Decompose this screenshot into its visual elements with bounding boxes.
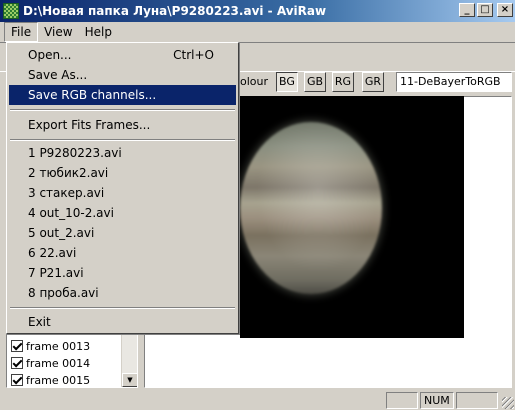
menu-item-export-fits[interactable]: Export Fits Frames...: [9, 115, 236, 135]
menu-view[interactable]: View: [38, 23, 78, 41]
menu-separator: [10, 307, 235, 309]
frame-list-item[interactable]: frame 0014: [11, 355, 90, 371]
checkbox-checked-icon[interactable]: [11, 357, 23, 369]
menu-item-save-rgb-channels[interactable]: Save RGB channels...: [9, 85, 236, 105]
menu-item-recent-file[interactable]: 4 out_10-2.avi: [9, 203, 236, 223]
menu-item-label: 3 стакер.avi: [28, 186, 105, 200]
frame-list-item[interactable]: frame 0013: [11, 338, 90, 354]
menu-item-label: 6 22.avi: [28, 246, 77, 260]
maximize-button[interactable]: □: [477, 3, 493, 17]
scroll-down-arrow-icon[interactable]: ▼: [122, 373, 137, 387]
app-icon[interactable]: [3, 3, 19, 19]
resize-grip-icon[interactable]: [502, 397, 514, 409]
file-menu-dropdown: Open... Ctrl+O Save As... Save RGB chann…: [6, 42, 239, 334]
frame-label: frame 0015: [26, 373, 91, 387]
menu-item-label: 8 проба.avi: [28, 286, 99, 300]
menu-item-label: Exit: [28, 315, 51, 329]
status-panel-empty: [386, 392, 418, 409]
close-button[interactable]: ×: [497, 3, 513, 17]
frame-list-scrollbar[interactable]: ▼: [121, 335, 137, 387]
menu-item-label: Open...: [28, 48, 72, 62]
bayer-bg-button[interactable]: BG: [276, 72, 298, 92]
debayer-mode-field[interactable]: 11-DeBayerToRGB: [396, 72, 512, 92]
menu-item-recent-file[interactable]: 7 P21.avi: [9, 263, 236, 283]
minimize-button[interactable]: _: [459, 3, 475, 17]
bayer-rg-button[interactable]: RG: [332, 72, 354, 92]
video-frame-image: [240, 96, 464, 338]
menu-item-shortcut: Ctrl+O: [173, 48, 214, 62]
menu-file[interactable]: File: [4, 22, 39, 42]
menu-item-recent-file[interactable]: 5 out_2.avi: [9, 223, 236, 243]
status-panel-empty-2: [456, 392, 498, 409]
menu-separator: [10, 109, 235, 111]
checkbox-checked-icon[interactable]: [11, 374, 23, 386]
jupiter-planet-image: [240, 122, 382, 294]
menu-item-save-as[interactable]: Save As...: [9, 65, 236, 85]
menu-item-recent-file[interactable]: 2 тюбик2.avi: [9, 163, 236, 183]
menu-bar: File View Help: [0, 22, 515, 42]
window-controls: _ □ ×: [457, 3, 513, 17]
menu-separator: [10, 139, 235, 141]
bayer-gb-button[interactable]: GB: [304, 72, 326, 92]
menu-item-label: Save As...: [28, 68, 88, 82]
menu-item-label: 2 тюбик2.avi: [28, 166, 109, 180]
menu-item-recent-file[interactable]: 6 22.avi: [9, 243, 236, 263]
menu-item-label: Save RGB channels...: [28, 88, 157, 102]
menu-item-label: 5 out_2.avi: [28, 226, 95, 240]
menu-item-recent-file[interactable]: 8 проба.avi: [9, 283, 236, 303]
checkbox-checked-icon[interactable]: [11, 340, 23, 352]
menu-item-recent-file[interactable]: 3 стакер.avi: [9, 183, 236, 203]
menu-item-label: 7 P21.avi: [28, 266, 84, 280]
menu-item-label: Export Fits Frames...: [28, 118, 151, 132]
menu-item-open[interactable]: Open... Ctrl+O: [9, 45, 236, 65]
menu-item-exit[interactable]: Exit: [9, 312, 236, 332]
menu-item-recent-file[interactable]: 1 P9280223.avi: [9, 143, 236, 163]
num-lock-indicator: NUM: [420, 392, 454, 409]
menu-item-label: 1 P9280223.avi: [28, 146, 122, 160]
frame-list-item[interactable]: frame 0015: [11, 372, 91, 387]
frame-label: frame 0013: [26, 339, 91, 353]
status-bar: NUM: [0, 390, 515, 410]
menu-help[interactable]: Help: [79, 23, 118, 41]
window-title: D:\Новая папка Луна\P9280223.avi - AviRa…: [23, 4, 327, 18]
frame-label: frame 0014: [26, 356, 91, 370]
title-bar[interactable]: D:\Новая папка Луна\P9280223.avi - AviRa…: [0, 0, 515, 22]
menu-item-label: 4 out_10-2.avi: [28, 206, 114, 220]
bayer-gr-button[interactable]: GR: [362, 72, 384, 92]
frame-list[interactable]: frame 0013 frame 0014 frame 0015 ▼: [6, 334, 138, 388]
colour-label: olour: [240, 75, 269, 88]
